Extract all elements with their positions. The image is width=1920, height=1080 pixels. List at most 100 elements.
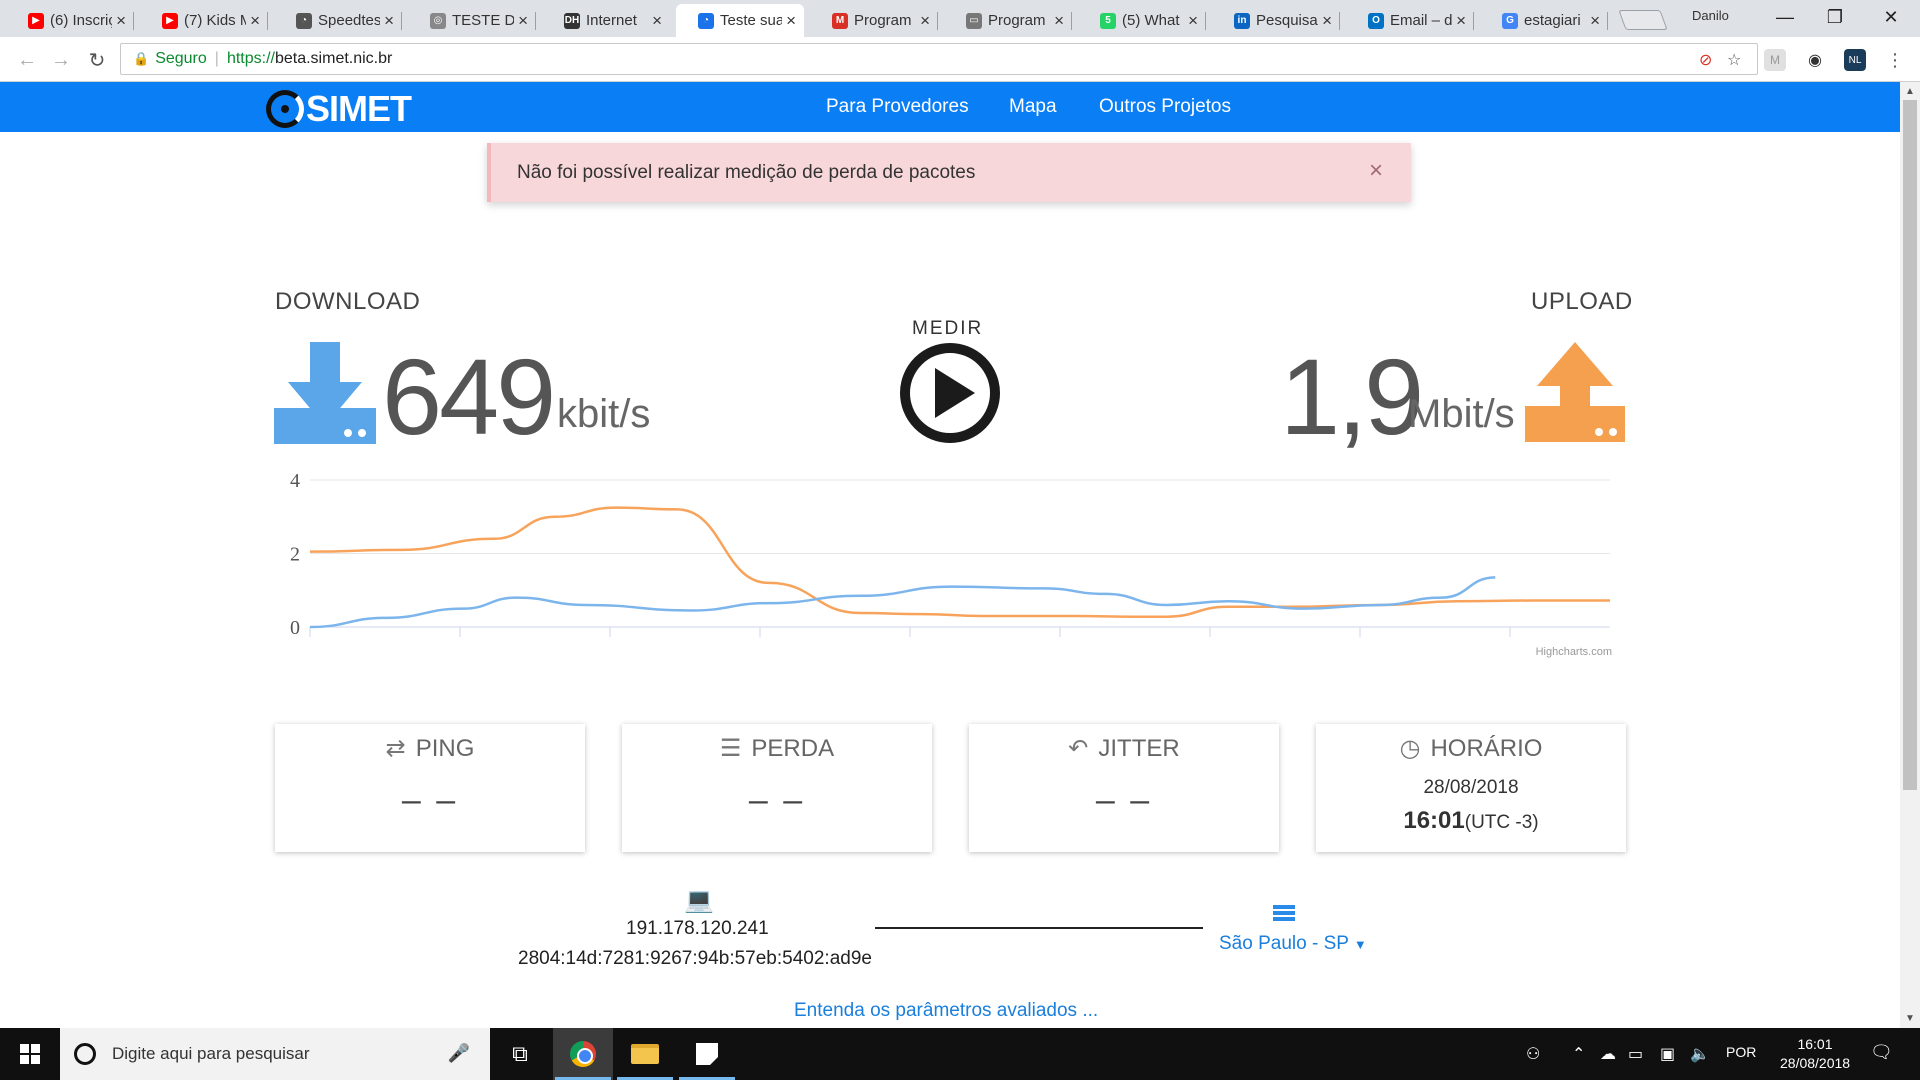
- server-location-dropdown[interactable]: São Paulo - SP ▼: [1219, 933, 1367, 955]
- minimize-icon[interactable]: —: [1760, 2, 1810, 32]
- notifications-icon[interactable]: 🗨: [1870, 1042, 1893, 1063]
- measure-play-button[interactable]: [900, 343, 1000, 443]
- browser-tab[interactable]: M Program ×: [810, 4, 938, 37]
- browser-tab[interactable]: ◔ Speedtest ×: [274, 4, 402, 37]
- battery-icon[interactable]: ▭: [1628, 1044, 1643, 1064]
- tab-close-icon[interactable]: ×: [920, 11, 930, 31]
- extension-bulb-icon[interactable]: ◉: [1804, 49, 1826, 71]
- bookmark-star-icon[interactable]: ☆: [1727, 50, 1741, 70]
- upload-icon: [1525, 342, 1625, 442]
- restore-icon[interactable]: ❐: [1810, 2, 1860, 32]
- linkedin-icon: in: [1234, 12, 1250, 29]
- tab-close-icon[interactable]: ×: [1188, 11, 1198, 31]
- scroll-down-icon[interactable]: ▼: [1905, 1013, 1915, 1024]
- scrollbar-thumb[interactable]: [1903, 100, 1917, 790]
- highcharts-credit[interactable]: Highcharts.com: [1536, 646, 1612, 658]
- tab-close-icon[interactable]: ×: [786, 11, 796, 31]
- simet-icon: ◔: [698, 12, 714, 29]
- tab-separator: [1473, 12, 1474, 30]
- server-location: São Paulo - SP: [1219, 933, 1349, 954]
- clock-time: 16:01: [1797, 1036, 1833, 1052]
- menu-dots-icon[interactable]: ⋮: [1884, 49, 1906, 71]
- site-navbar: SIMET Para Provedores Mapa Outros Projet…: [0, 82, 1900, 132]
- logo-text: SIMET: [306, 88, 412, 129]
- onedrive-icon[interactable]: ☁: [1600, 1044, 1616, 1064]
- network-icon[interactable]: ▣: [1660, 1044, 1675, 1064]
- tab-separator: [1071, 12, 1072, 30]
- start-button[interactable]: [0, 1028, 60, 1080]
- nav-link-providers[interactable]: Para Provedores: [826, 96, 969, 118]
- clock-date: 28/08/2018: [1780, 1055, 1851, 1071]
- lock-icon[interactable]: 🔒: [133, 51, 149, 67]
- chart-y-labels: 0 2 4: [290, 470, 300, 639]
- blocked-popup-icon[interactable]: ⊘: [1699, 50, 1712, 70]
- clock-icon: ◷: [1399, 735, 1421, 762]
- browser-tab[interactable]: ▶ (7) Kids M ×: [140, 4, 268, 37]
- parameters-info-link[interactable]: Entenda os parâmetros avaliados ...: [794, 1000, 1098, 1022]
- extension-nl-icon[interactable]: NL: [1844, 49, 1866, 71]
- tab-close-icon[interactable]: ×: [1590, 11, 1600, 31]
- tab-close-icon[interactable]: ×: [652, 11, 662, 31]
- speedometer-icon: ◔: [296, 12, 312, 29]
- forward-icon[interactable]: →: [46, 45, 76, 75]
- tab-close-icon[interactable]: ×: [250, 11, 260, 31]
- dh-icon: DH: [564, 12, 580, 29]
- tab-separator: [937, 12, 938, 30]
- tab-close-icon[interactable]: ×: [116, 11, 126, 31]
- microphone-icon[interactable]: 🎤: [448, 1043, 470, 1064]
- chrome-taskbar-button[interactable]: [553, 1028, 613, 1080]
- task-view-icon[interactable]: ⧉: [490, 1028, 550, 1080]
- browser-tab[interactable]: ◎ TESTE DE×: [408, 4, 536, 37]
- browser-tab[interactable]: DH Internet ×: [542, 4, 670, 37]
- scroll-up-icon[interactable]: ▲: [1905, 86, 1915, 97]
- alert-message: Não foi possível realizar medição de per…: [517, 161, 976, 183]
- loss-value: – –: [748, 781, 806, 819]
- taskbar-search-placeholder: Digite aqui para pesquisar: [112, 1044, 310, 1063]
- chrome-icon: [570, 1041, 596, 1067]
- browser-tab[interactable]: Gestagiari ×: [1480, 4, 1608, 37]
- sticky-notes-taskbar-button[interactable]: [677, 1028, 737, 1080]
- tab-separator: [401, 12, 402, 30]
- people-icon[interactable]: ⚇: [1526, 1044, 1540, 1064]
- reload-icon[interactable]: ↻: [82, 45, 112, 75]
- windows-logo-icon: [20, 1044, 40, 1064]
- whatsapp-icon: 5: [1100, 12, 1116, 29]
- tab-close-icon[interactable]: ×: [1054, 11, 1064, 31]
- nav-link-other-projects[interactable]: Outros Projetos: [1099, 96, 1231, 118]
- taskbar-search[interactable]: Digite aqui para pesquisar 🎤: [60, 1028, 490, 1080]
- tab-title: Program: [988, 12, 1046, 29]
- measure-time-line: 16:01(UTC -3): [1316, 807, 1626, 835]
- browser-tab[interactable]: ▭ Program ×: [944, 4, 1072, 37]
- input-language[interactable]: POR: [1726, 1044, 1756, 1060]
- volume-icon[interactable]: 🔈: [1690, 1044, 1710, 1064]
- profile-name[interactable]: Danilo: [1692, 8, 1729, 23]
- measure-label: MEDIR: [912, 318, 984, 339]
- browser-tab[interactable]: 5 (5) What ×: [1078, 4, 1206, 37]
- close-icon[interactable]: ×: [1369, 157, 1383, 185]
- ping-card: ⇄ PING – –: [275, 724, 585, 852]
- tab-close-icon[interactable]: ×: [518, 11, 528, 31]
- taskbar-clock[interactable]: 16:01 28/08/2018: [1780, 1035, 1850, 1073]
- extension-m-icon[interactable]: M: [1764, 49, 1786, 71]
- folder-icon: [631, 1044, 659, 1064]
- close-window-icon[interactable]: ✕: [1866, 2, 1916, 32]
- browser-tab[interactable]: in Pesquisa ×: [1212, 4, 1340, 37]
- jitter-card: ↶ JITTER – –: [969, 724, 1279, 852]
- browser-tab[interactable]: ◔ Teste sua ×: [676, 4, 804, 37]
- tab-close-icon[interactable]: ×: [1322, 11, 1332, 31]
- tray-expand-icon[interactable]: ⌃: [1572, 1044, 1585, 1064]
- new-tab-button[interactable]: [1618, 10, 1668, 30]
- chart-x-ticks: [309, 627, 1511, 637]
- nav-link-map[interactable]: Mapa: [1009, 96, 1057, 118]
- browser-tab[interactable]: O Email – d ×: [1346, 4, 1474, 37]
- tab-close-icon[interactable]: ×: [1456, 11, 1466, 31]
- url-scheme: https://: [226, 50, 275, 67]
- file-explorer-taskbar-button[interactable]: [615, 1028, 675, 1080]
- tab-separator: [1339, 12, 1340, 30]
- tab-close-icon[interactable]: ×: [384, 11, 394, 31]
- back-icon[interactable]: ←: [12, 45, 42, 75]
- browser-tab[interactable]: ▶ (6) Inscriç ×: [6, 4, 134, 37]
- secure-label: Seguro: [155, 50, 207, 67]
- address-bar[interactable]: 🔒 Seguro | https:// beta.simet.nic.br ⊘ …: [120, 43, 1758, 75]
- simet-logo[interactable]: SIMET: [266, 88, 412, 130]
